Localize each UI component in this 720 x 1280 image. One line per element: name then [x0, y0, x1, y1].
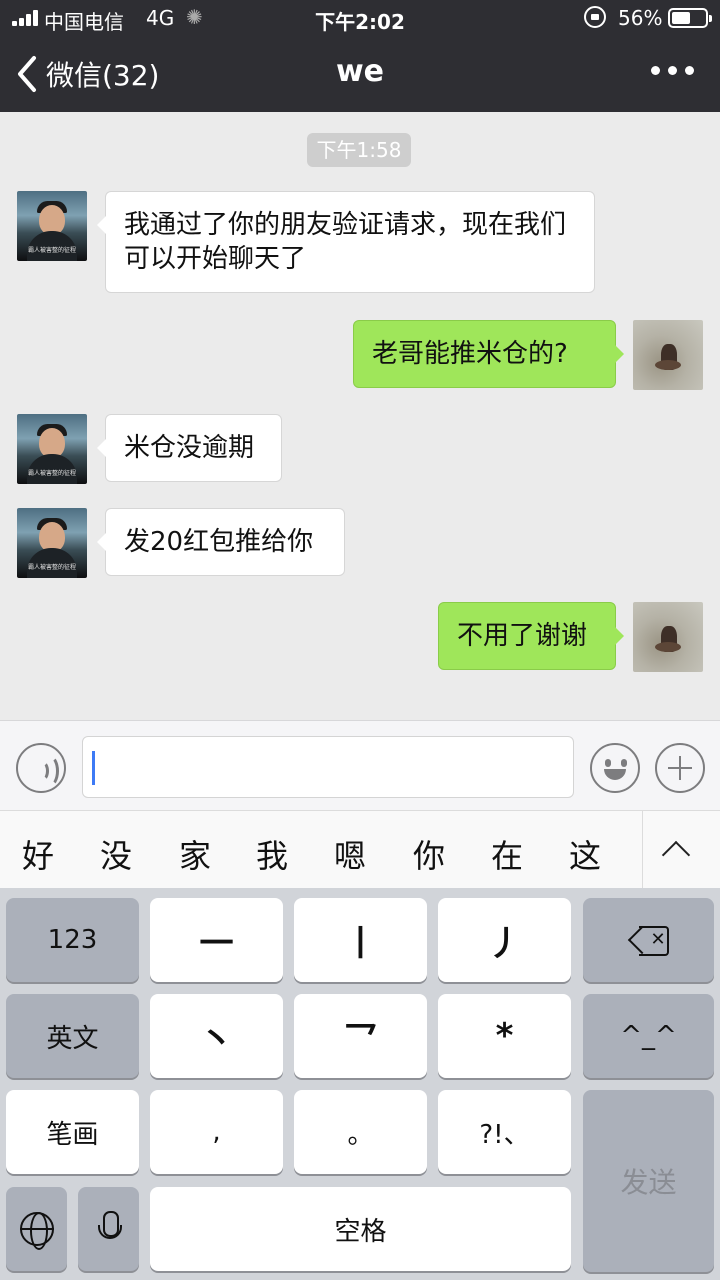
message-list[interactable]: 下午1:58 霸人被害整的征程 我通过了你的朋友验证请求，现在我们可以开始聊天了…: [0, 112, 720, 720]
key-stroke[interactable]: 一: [150, 898, 283, 982]
more-options-icon[interactable]: [651, 66, 694, 75]
divider: [642, 811, 643, 889]
contact-avatar[interactable]: 霸人被害整的征程: [17, 508, 87, 578]
candidate-word[interactable]: 我: [256, 831, 288, 877]
key-wildcard[interactable]: *: [438, 994, 571, 1078]
candidate-word[interactable]: 好: [22, 831, 54, 877]
contact-avatar[interactable]: 霸人被害整的征程: [17, 191, 87, 261]
key-emoticon[interactable]: ^_^: [583, 994, 714, 1078]
candidate-word[interactable]: 没: [100, 831, 132, 877]
chevron-up-icon[interactable]: [661, 840, 691, 870]
my-avatar[interactable]: [633, 602, 703, 672]
backspace-button[interactable]: ✕: [583, 898, 714, 982]
keyboard: 123 一 丨 丿 ✕ 英文 丶 乛 * ^_^ 笔画 , 。 ?!、 发送 空…: [0, 888, 720, 1280]
candidate-word[interactable]: 嗯: [334, 831, 366, 877]
key-stroke-mode[interactable]: 笔画: [6, 1090, 139, 1174]
candidate-bar: 好 没 家 我 嗯 你 在 这: [0, 810, 720, 889]
chat-title: we: [335, 54, 385, 89]
message-bubble[interactable]: 发20红包推给你: [97, 508, 345, 576]
my-avatar[interactable]: [633, 320, 703, 390]
key-punctuation[interactable]: ?!、: [438, 1090, 571, 1174]
key-stroke[interactable]: 丿: [438, 898, 571, 982]
message-bubble[interactable]: 我通过了你的朋友验证请求，现在我们可以开始聊天了: [97, 191, 595, 293]
candidate-word[interactable]: 这: [569, 831, 601, 877]
key-stroke[interactable]: 乛: [294, 994, 427, 1078]
voice-input-icon[interactable]: [16, 743, 66, 793]
send-button[interactable]: 发送: [583, 1090, 714, 1272]
message-bubble[interactable]: 米仓没逾期: [97, 414, 282, 482]
avatar-caption: 霸人被害整的征程: [27, 564, 76, 571]
globe-icon: [19, 1212, 54, 1250]
candidate-word[interactable]: 在: [491, 831, 523, 877]
avatar-caption: 霸人被害整的征程: [27, 247, 76, 254]
message-bubble[interactable]: 不用了谢谢: [438, 602, 624, 670]
message-input[interactable]: [82, 736, 574, 798]
microphone-icon: [97, 1211, 122, 1247]
space-bar[interactable]: 空格: [150, 1187, 571, 1271]
orientation-lock-icon: [584, 6, 606, 28]
message-bubble[interactable]: 老哥能推米仓的?: [353, 320, 624, 388]
status-bar: 中国电信 4G ✺ 下午2:02 56%: [0, 0, 720, 36]
candidate-word[interactable]: 你: [413, 831, 445, 877]
key-period[interactable]: 。: [294, 1090, 427, 1174]
contact-avatar[interactable]: 霸人被害整的征程: [17, 414, 87, 484]
battery-icon: [668, 8, 712, 28]
input-bar: [0, 720, 720, 810]
globe-button[interactable]: [6, 1187, 67, 1271]
key-numbers[interactable]: 123: [6, 898, 139, 982]
message-timestamp: 下午1:58: [307, 133, 411, 167]
avatar-caption: 霸人被害整的征程: [27, 470, 76, 477]
key-comma[interactable]: ,: [150, 1090, 283, 1174]
key-stroke[interactable]: 丶: [150, 994, 283, 1078]
dictation-button[interactable]: [78, 1187, 139, 1271]
emoji-icon[interactable]: [590, 743, 640, 793]
battery-percent: 56%: [618, 6, 663, 30]
key-english[interactable]: 英文: [6, 994, 139, 1078]
top-bar: 中国电信 4G ✺ 下午2:02 56% 微信(32) we: [0, 0, 720, 112]
clock: 下午2:02: [315, 10, 405, 34]
text-cursor: [92, 751, 95, 785]
key-stroke[interactable]: 丨: [294, 898, 427, 982]
backspace-icon: ✕: [629, 926, 669, 956]
add-attachment-icon[interactable]: [655, 743, 705, 793]
candidate-word[interactable]: 家: [179, 831, 211, 877]
